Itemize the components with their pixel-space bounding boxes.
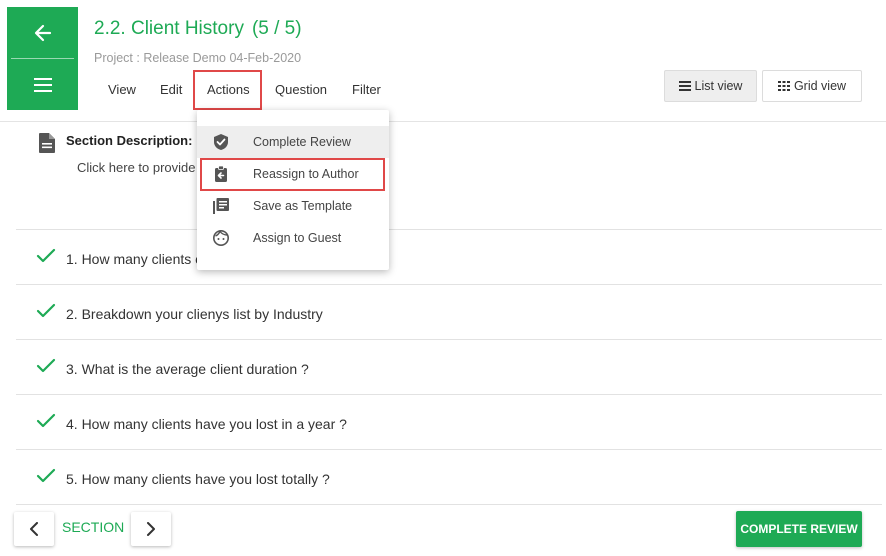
questions-bottom-divider [16,504,882,505]
question-row[interactable]: 3. What is the average client duration ? [16,339,882,394]
question-text: 4. How many clients have you lost in a y… [66,416,347,432]
question-row[interactable]: 4. How many clients have you lost in a y… [16,394,882,449]
chevron-left-icon [30,522,38,536]
question-text: 3. What is the average client duration ? [66,361,309,377]
grid-view-label: Grid view [793,79,847,93]
check-icon [36,358,56,373]
previous-section-button[interactable] [14,512,54,546]
check-icon [36,468,56,483]
question-row[interactable]: 5. How many clients have you lost totall… [16,449,882,504]
assign-to-guest-label: Assign to Guest [253,231,342,245]
side-nav-block [7,7,78,110]
check-icon [36,248,56,263]
save-as-template-label: Save as Template [253,199,353,213]
complete-review-label: Complete Review [253,135,351,149]
back-button[interactable] [7,7,78,58]
chevron-right-icon [147,522,155,536]
check-icon [36,303,56,318]
arrow-left-icon [34,24,51,41]
project-subtitle: Project : Release Demo 04-Feb-2020 [94,51,302,65]
complete-review-menu-item[interactable]: Complete Review [197,126,389,158]
guest-face-icon [213,230,229,246]
question-row[interactable]: 1. How many clients c [16,229,882,284]
assign-to-guest-menu-item[interactable]: Assign to Guest [197,222,389,254]
complete-review-button[interactable]: COMPLETE REVIEW [736,511,862,547]
next-section-button[interactable] [131,512,171,546]
question-text: 2. Breakdown your clienys list by Indust… [66,306,323,322]
question-count: (5 / 5) [251,18,302,39]
hamburger-icon [33,77,52,92]
section-description-input[interactable]: Click here to provide [77,160,196,175]
page-title-text: 2.2. Client History [94,18,244,39]
section-description-label: Section Description: [66,133,193,148]
save-as-template-menu-item[interactable]: Save as Template [197,190,389,222]
question-text: 1. How many clients c [66,251,203,267]
menu-filter[interactable]: Filter [352,70,381,110]
question-row[interactable]: 2. Breakdown your clienys list by Indust… [16,284,882,339]
menu-view[interactable]: View [108,70,136,110]
header-divider [0,121,886,122]
grid-view-button[interactable]: Grid view [762,70,862,102]
menu-question[interactable]: Question [275,70,327,110]
list-view-label: List view [694,79,743,93]
question-text: 5. How many clients have you lost totall… [66,471,330,487]
list-icon [678,81,691,91]
document-icon [39,133,55,153]
page-title: 2.2. Client History (5 / 5) [94,18,302,40]
list-view-button[interactable]: List view [664,70,757,102]
grid-icon [777,81,790,91]
menu-edit[interactable]: Edit [160,70,182,110]
actions-highlight-frame [193,70,262,110]
shield-check-icon [214,134,228,150]
reassign-highlight-frame [200,158,385,191]
check-icon [36,413,56,428]
template-icon [213,198,229,214]
section-nav-label: SECTION [62,519,125,535]
menu-button[interactable] [7,59,78,110]
